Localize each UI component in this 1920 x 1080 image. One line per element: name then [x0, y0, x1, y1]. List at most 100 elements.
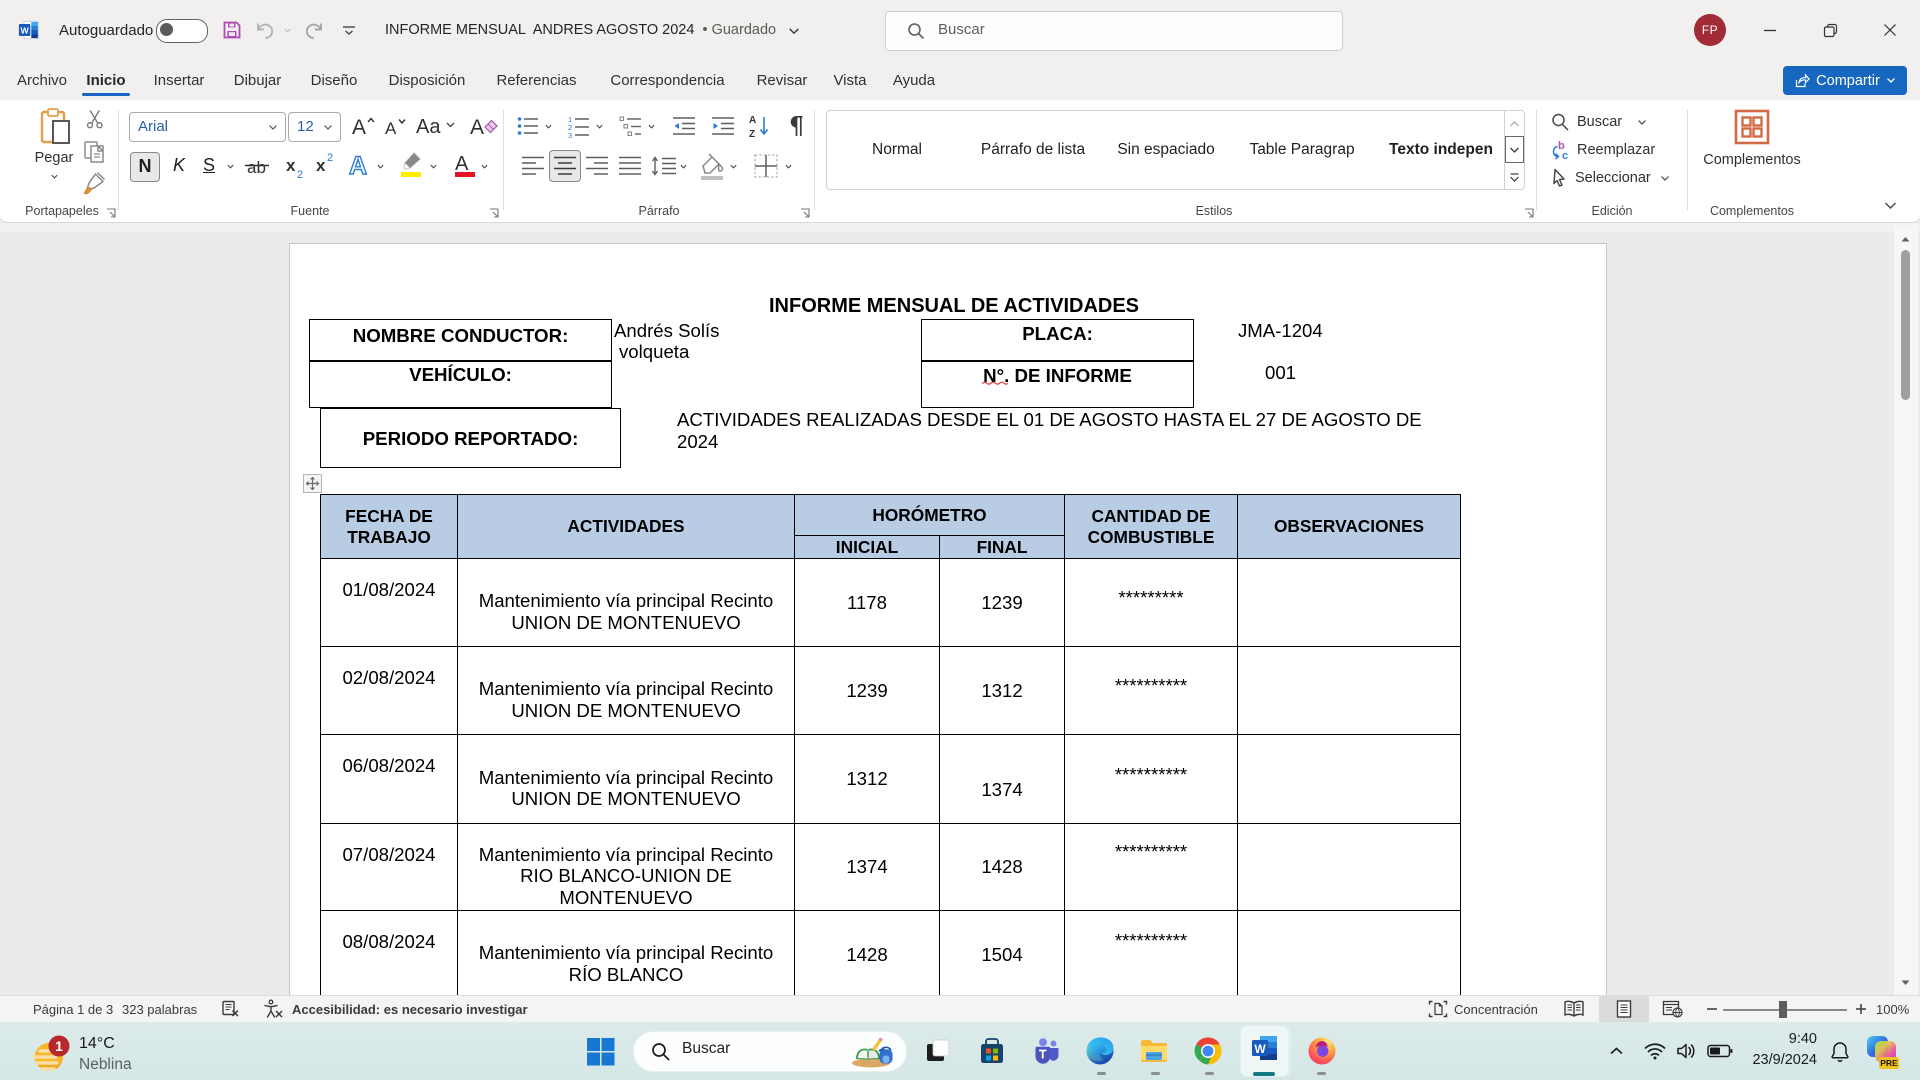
- redo-button[interactable]: [302, 18, 326, 42]
- focus-mode-button[interactable]: Concentración: [1428, 996, 1538, 1022]
- cell-observaciones-3[interactable]: [1238, 735, 1461, 824]
- cell-inicial-2[interactable]: 1239: [795, 647, 940, 735]
- select-button[interactable]: Seleccionar: [1550, 165, 1670, 191]
- style-item-0[interactable]: Normal: [822, 111, 972, 189]
- borders-chevron-icon[interactable]: [784, 162, 793, 171]
- tray-clock-time[interactable]: 9:40: [1755, 1031, 1817, 1047]
- highlight-button[interactable]: [398, 150, 424, 180]
- paste-button[interactable]: Pegar: [28, 106, 80, 192]
- bold-button[interactable]: N: [130, 152, 160, 182]
- page-indicator[interactable]: Página 1 de 3: [33, 996, 113, 1022]
- cell-inicial-3[interactable]: 1312: [795, 735, 940, 824]
- multilevel-list-button[interactable]: [619, 114, 643, 138]
- style-item-2[interactable]: Sin espaciado: [1091, 111, 1241, 189]
- restore-button[interactable]: [1807, 12, 1853, 48]
- scroll-up-arrow[interactable]: [1899, 233, 1912, 246]
- document-page[interactable]: INFORME MENSUAL DE ACTIVIDADES NOMBRE CO…: [289, 243, 1607, 995]
- firefox-button[interactable]: [1302, 1031, 1342, 1071]
- cell-combustible-2[interactable]: **********: [1065, 647, 1238, 735]
- font-name-combobox[interactable]: Arial: [129, 112, 286, 142]
- scroll-down-arrow[interactable]: [1899, 976, 1912, 989]
- align-center-button[interactable]: [549, 150, 581, 182]
- text-effects-button[interactable]: A: [348, 150, 374, 180]
- taskbar-search-box[interactable]: Buscar: [633, 1031, 907, 1072]
- cell-inicial-1[interactable]: 1178: [795, 559, 940, 647]
- cell-combustible-3[interactable]: **********: [1065, 735, 1238, 824]
- styles-dialog-launcher[interactable]: [1522, 206, 1536, 220]
- font-dialog-launcher[interactable]: [487, 206, 501, 220]
- cell-observaciones-4[interactable]: [1238, 824, 1461, 911]
- cell-inicial-5[interactable]: 1428: [795, 911, 940, 996]
- tab-revisar[interactable]: Revisar: [751, 60, 813, 100]
- cell-observaciones-5[interactable]: [1238, 911, 1461, 996]
- microsoft-store-button[interactable]: [972, 1031, 1012, 1071]
- tab-disposicion[interactable]: Disposición: [379, 60, 475, 100]
- line-spacing-chevron-icon[interactable]: [679, 162, 688, 171]
- paragraph-dialog-launcher[interactable]: [798, 206, 812, 220]
- accessibility-status[interactable]: Accesibilidad: es necesario investigar: [262, 996, 528, 1022]
- cell-activity-3[interactable]: Mantenimiento vía principal RecintoUNION…: [458, 735, 795, 824]
- shading-chevron-icon[interactable]: [729, 162, 738, 171]
- styles-scroll-down-button[interactable]: [1505, 136, 1524, 163]
- tab-correspondencia[interactable]: Correspondencia: [598, 60, 737, 100]
- shrink-font-button[interactable]: A: [382, 115, 408, 139]
- tab-referencias[interactable]: Referencias: [489, 60, 584, 100]
- quick-access-overflow-icon[interactable]: [341, 23, 357, 37]
- underline-button[interactable]: S: [197, 152, 221, 180]
- align-left-button[interactable]: [521, 154, 545, 178]
- cell-combustible-1[interactable]: *********: [1065, 559, 1238, 647]
- vertical-scrollbar[interactable]: [1894, 225, 1918, 995]
- weather-widget[interactable]: 1 14°C Neblina: [14, 1026, 234, 1076]
- table-move-handle[interactable]: [303, 474, 322, 493]
- strikethrough-button[interactable]: ab: [245, 154, 275, 178]
- cell-date-2[interactable]: 02/08/2024: [321, 647, 458, 735]
- battery-tray-icon[interactable]: [1703, 1031, 1737, 1071]
- collapse-ribbon-button[interactable]: [1883, 200, 1898, 212]
- tab-vista[interactable]: Vista: [827, 60, 873, 100]
- minimize-button[interactable]: [1747, 12, 1793, 48]
- styles-expand-button[interactable]: [1505, 164, 1524, 190]
- tray-chevron-button[interactable]: [1602, 1031, 1630, 1071]
- user-avatar[interactable]: FP: [1694, 14, 1726, 46]
- show-marks-button[interactable]: [786, 113, 804, 139]
- volume-tray-icon[interactable]: [1672, 1031, 1702, 1071]
- cell-date-1[interactable]: 01/08/2024: [321, 559, 458, 647]
- grow-font-button[interactable]: A: [349, 113, 375, 139]
- cell-inicial-4[interactable]: 1374: [795, 824, 940, 911]
- styles-scroll-up-button[interactable]: [1505, 111, 1524, 137]
- style-item-3[interactable]: Table Paragrap: [1227, 111, 1377, 189]
- borders-button[interactable]: [753, 153, 779, 179]
- clear-formatting-button[interactable]: A: [468, 112, 498, 140]
- print-layout-button[interactable]: [1599, 996, 1649, 1022]
- tab-insertar[interactable]: Insertar: [145, 60, 213, 100]
- font-size-combobox[interactable]: 12: [288, 112, 341, 142]
- web-layout-button[interactable]: [1662, 996, 1684, 1022]
- proofing-status-icon[interactable]: [221, 996, 241, 1022]
- wifi-tray-icon[interactable]: [1640, 1031, 1670, 1071]
- cell-final-2[interactable]: 1312: [940, 647, 1065, 735]
- teams-button[interactable]: [1026, 1031, 1066, 1071]
- decrease-indent-button[interactable]: [672, 114, 696, 138]
- share-button[interactable]: Compartir: [1783, 66, 1907, 95]
- copy-button[interactable]: [83, 140, 106, 164]
- search-box[interactable]: Buscar: [885, 11, 1343, 51]
- cell-date-5[interactable]: 08/08/2024: [321, 911, 458, 996]
- start-button[interactable]: [580, 1031, 620, 1071]
- notifications-button[interactable]: [1824, 1031, 1856, 1071]
- scrollbar-thumb[interactable]: [1901, 250, 1910, 400]
- tray-clock-date[interactable]: 23/9/2024: [1740, 1052, 1817, 1068]
- copilot-button[interactable]: PRE: [1862, 1031, 1902, 1071]
- cell-activity-5[interactable]: Mantenimiento vía principal RecintoRÍO B…: [458, 911, 795, 996]
- task-view-button[interactable]: [918, 1031, 958, 1071]
- text-effects-chevron-icon[interactable]: [376, 162, 385, 171]
- cell-activity-2[interactable]: Mantenimiento vía principal RecintoUNION…: [458, 647, 795, 735]
- cell-combustible-4[interactable]: **********: [1065, 824, 1238, 911]
- subscript-button[interactable]: x2: [285, 154, 309, 180]
- justify-button[interactable]: [618, 154, 642, 178]
- cell-final-5[interactable]: 1504: [940, 911, 1065, 996]
- zoom-slider-handle[interactable]: [1779, 1001, 1787, 1018]
- change-case-button[interactable]: Aa: [415, 113, 457, 139]
- addins-button[interactable]: Complementos: [1700, 106, 1804, 172]
- undo-button[interactable]: [253, 18, 277, 42]
- style-item-4[interactable]: Texto indepen: [1366, 111, 1516, 189]
